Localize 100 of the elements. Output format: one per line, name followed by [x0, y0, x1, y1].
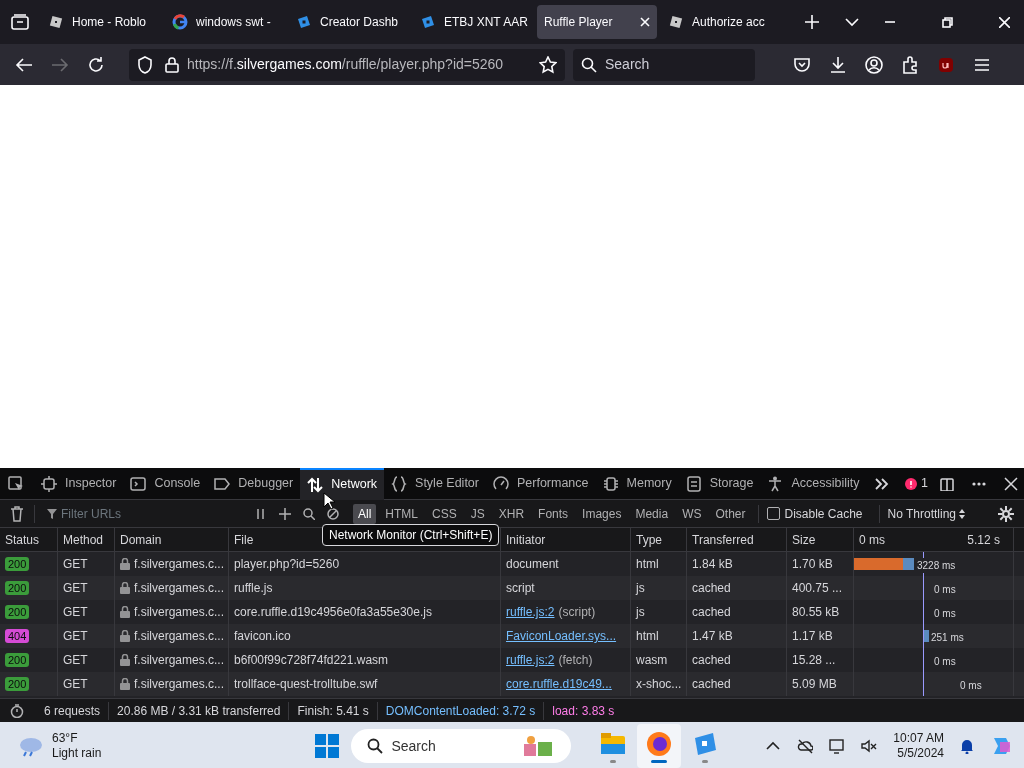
account-icon[interactable]: [865, 55, 883, 74]
chevron-down-icon[interactable]: [845, 17, 859, 27]
search-icon[interactable]: [303, 507, 315, 520]
roblox-icon: [48, 14, 64, 30]
initiator-link[interactable]: core.ruffle.d19c49...: [506, 675, 612, 693]
reload-icon[interactable]: [87, 55, 105, 74]
pocket-icon[interactable]: [793, 55, 811, 74]
browser-tab[interactable]: ETBJ XNT AAR: [413, 5, 533, 39]
filter-type-button[interactable]: HTML: [380, 503, 423, 524]
browser-tab[interactable]: windows swt -: [165, 5, 285, 39]
cloud-off-icon[interactable]: [797, 738, 814, 754]
weather-text: Light rain: [52, 746, 102, 761]
filter-type-button[interactable]: Media: [630, 503, 674, 524]
tab-list-icon[interactable]: [11, 14, 29, 30]
filter-type-button[interactable]: CSS: [427, 503, 462, 524]
devtools-tab[interactable]: Network: [300, 467, 385, 500]
shield-extension-icon[interactable]: [937, 55, 955, 74]
monitor-icon[interactable]: [829, 738, 846, 754]
table-cell-text: f.silvergames.c...: [134, 580, 225, 597]
filter-type-button[interactable]: Other: [710, 503, 751, 524]
status-code: 200: [5, 677, 30, 691]
status-code: 200: [5, 557, 30, 571]
browser-tab[interactable]: Creator Dashb: [289, 5, 409, 39]
trash-icon[interactable]: [10, 505, 24, 522]
devtools-tab[interactable]: Storage: [678, 467, 761, 500]
stopwatch-icon[interactable]: [10, 703, 24, 718]
devtools-tab[interactable]: Performance: [485, 467, 596, 500]
add-icon[interactable]: [279, 507, 291, 520]
error-count[interactable]: 1: [905, 474, 928, 493]
filter-type-button[interactable]: All: [353, 503, 377, 524]
address-bar[interactable]: https://f.silvergames.com/ruffle/player.php?id=5260: [129, 48, 565, 81]
column-header[interactable]: Status: [0, 528, 58, 551]
filter-type-button[interactable]: Fonts: [533, 503, 574, 524]
devtools-tab[interactable]: Memory: [595, 467, 679, 500]
filter-type-button[interactable]: WS: [677, 503, 707, 524]
lock-icon: [120, 582, 130, 594]
tab-title: Ruffle Player: [544, 14, 614, 31]
filter-type-button[interactable]: Images: [577, 503, 627, 524]
element-picker-icon[interactable]: [8, 475, 24, 492]
disable-cache-checkbox[interactable]: Disable Cache: [758, 504, 863, 523]
restore-icon[interactable]: [942, 17, 953, 28]
search-field[interactable]: Search: [573, 48, 755, 81]
status-code: 200: [5, 605, 30, 619]
dock-icon[interactable]: [940, 476, 954, 491]
status-code: 200: [5, 653, 30, 667]
table-cell-text: f.silvergames.c...: [134, 652, 225, 669]
bookmark-star-icon[interactable]: [539, 55, 557, 74]
column-header[interactable]: Transferred: [687, 528, 787, 551]
browser-tab[interactable]: Ruffle Player: [537, 5, 657, 39]
extensions-icon[interactable]: [901, 55, 919, 74]
filter-field[interactable]: Filter URLs: [34, 504, 249, 523]
column-header[interactable]: Type: [631, 528, 687, 551]
back-icon[interactable]: [15, 55, 33, 74]
summary-text: 20.86 MB / 3.31 kB transferred: [108, 701, 289, 720]
new-tab-icon[interactable]: [805, 15, 819, 29]
devtools-tab[interactable]: Console: [123, 467, 208, 500]
devtools-tab[interactable]: Inspector: [34, 467, 124, 500]
tab-title: Home - Roblo: [72, 14, 148, 31]
browser-tab[interactable]: Authorize acc: [661, 5, 781, 39]
table-cell-text: (script): [558, 604, 596, 621]
more-tools-icon[interactable]: [874, 477, 889, 490]
devtools-tab[interactable]: Debugger: [207, 467, 301, 500]
browser-tab[interactable]: Home - Roblo: [41, 5, 161, 39]
windows-start-icon[interactable]: [315, 734, 340, 758]
firefox-icon: [645, 729, 674, 758]
initiator-link[interactable]: ruffle.js:2: [506, 603, 555, 621]
taskbar-app[interactable]: [637, 724, 682, 768]
memory-chip-icon: [602, 475, 619, 492]
console-icon: [130, 475, 147, 492]
volume-mute-icon[interactable]: [861, 738, 878, 754]
download-icon[interactable]: [829, 55, 847, 74]
filter-type-button[interactable]: XHR: [493, 503, 530, 524]
sort-arrows-icon: [959, 508, 965, 519]
settings-icon[interactable]: [998, 505, 1014, 522]
pause-icon[interactable]: [255, 507, 267, 520]
devtools-tab[interactable]: Accessibility: [760, 467, 867, 500]
initiator-link[interactable]: FaviconLoader.sys...: [506, 627, 617, 645]
table-cell-text: f.silvergames.c...: [134, 604, 225, 621]
column-header[interactable]: Domain: [115, 528, 229, 551]
column-header[interactable]: Method: [58, 528, 115, 551]
initiator-link[interactable]: ruffle.js:2: [506, 651, 555, 669]
close-icon[interactable]: [1004, 476, 1018, 491]
filter-type-button[interactable]: JS: [465, 503, 490, 524]
clock[interactable]: 10:07 AM 5/5/2024: [893, 731, 944, 761]
column-header[interactable]: Initiator: [501, 528, 631, 551]
gauge-icon: [492, 475, 509, 492]
throttling-dropdown[interactable]: No Throttling: [878, 504, 956, 523]
devtools-tab[interactable]: Style Editor: [384, 467, 486, 500]
accessibility-icon: [767, 475, 784, 492]
column-header[interactable]: Size: [787, 528, 854, 551]
tab-title: Authorize acc: [692, 14, 766, 31]
inspector-icon: [41, 475, 57, 492]
block-icon[interactable]: [327, 507, 339, 520]
tab-title: ETBJ XNT AAR: [444, 14, 528, 31]
bell-icon[interactable]: [960, 738, 974, 754]
search-icon: [581, 56, 597, 73]
braces-icon: [391, 475, 408, 492]
taskbar-search-field[interactable]: Search: [351, 729, 572, 763]
lock-icon: [120, 678, 130, 690]
forward-icon[interactable]: [51, 55, 69, 74]
